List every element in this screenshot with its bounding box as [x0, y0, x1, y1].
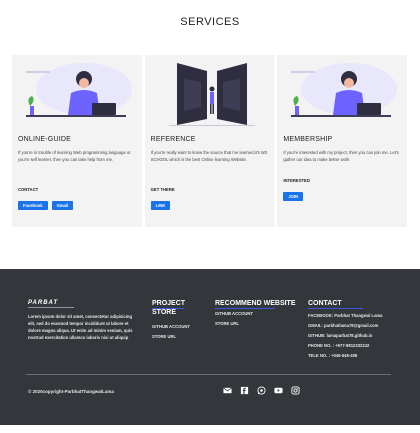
card-title: ONLINE-GUIDE	[18, 136, 71, 143]
card-reference: REFERENCE If you're really want to know …	[144, 55, 275, 227]
contact-list: FACEBOOK: Parbhat Thangwal Lama GMAIL: p…	[308, 311, 390, 361]
contact-tele: TELE NO. : +046-548-408	[308, 353, 358, 358]
instagram-icon[interactable]	[291, 382, 300, 395]
social-links	[223, 382, 300, 395]
about-text: Lorem ipsum dolor sit amet, consectetur …	[28, 314, 133, 340]
card-label: CONTACT	[18, 187, 39, 192]
brand-underline	[28, 307, 74, 308]
facebook-icon[interactable]	[240, 382, 249, 395]
card-title: MEMBERSHIP	[283, 136, 333, 143]
card-label: INTERESTED	[283, 178, 310, 183]
woman-laptop-illustration	[26, 63, 132, 117]
copyright-text: © 2020copyright-ParbhatThangwalLama	[28, 389, 114, 394]
project-store-url-link[interactable]: STORE URL	[152, 332, 190, 342]
services-cards: ONLINE-GUIDE If you're in trouble of lea…	[12, 55, 408, 227]
recommend-website-links: GITHUB ACCOUNT STORE URL	[215, 309, 253, 329]
contact-github: GITHUB: lamaparbat78.github.io	[308, 333, 373, 338]
card-description: If you're interested with my project, th…	[283, 150, 399, 162]
gmail-button[interactable]: Gmail	[51, 201, 74, 210]
contact-title: CONTACT	[308, 300, 342, 307]
footer-divider	[26, 374, 391, 375]
woman-laptop-illustration	[291, 63, 398, 117]
card-description: If you're really want to know the source…	[150, 150, 268, 162]
card-online-guide: ONLINE-GUIDE If you're in trouble of lea…	[12, 55, 142, 227]
recommend-store-url-link[interactable]: STORE URL	[215, 319, 253, 329]
mail-icon[interactable]	[223, 382, 232, 394]
services-title: SERVICES	[180, 16, 240, 28]
link-button[interactable]: LINK	[150, 201, 171, 210]
doorway-illustration	[168, 63, 255, 126]
project-store-links: GITHUB ACCOUNT STORE URL	[152, 322, 190, 342]
recommend-website-title: RECOMMEND WEBSITE	[215, 300, 296, 307]
whatsapp-icon[interactable]	[257, 382, 266, 395]
join-button[interactable]: JOIN	[283, 192, 304, 201]
page-bottom-strip	[0, 425, 420, 433]
footer: PARBAT Lorem ipsum dolor sit amet, conse…	[0, 269, 420, 433]
contact-phone: PHONE NO. : +977-9812332242	[308, 343, 370, 348]
card-description: If you're in trouble of learning Web pro…	[18, 150, 131, 162]
card-label: GET THERE	[150, 187, 175, 192]
youtube-icon[interactable]	[274, 382, 283, 394]
contact-facebook: FACEBOOK: Parbhat Thangwal Lama	[308, 313, 383, 318]
contact-gmail: GMAIL: parbhatlama78@gmail.com	[308, 323, 379, 328]
contact-underline	[308, 308, 363, 309]
project-store-underline	[152, 308, 184, 309]
card-membership: MEMBERSHIP If you're interested with my …	[277, 55, 408, 227]
brand-logo: PARBAT	[28, 300, 59, 306]
facebook-button[interactable]: Facebook	[18, 201, 48, 210]
project-github-account-link[interactable]: GITHUB ACCOUNT	[152, 322, 190, 332]
card-title: REFERENCE	[150, 136, 196, 143]
recommend-github-account-link[interactable]: GITHUB ACCOUNT	[215, 309, 253, 319]
